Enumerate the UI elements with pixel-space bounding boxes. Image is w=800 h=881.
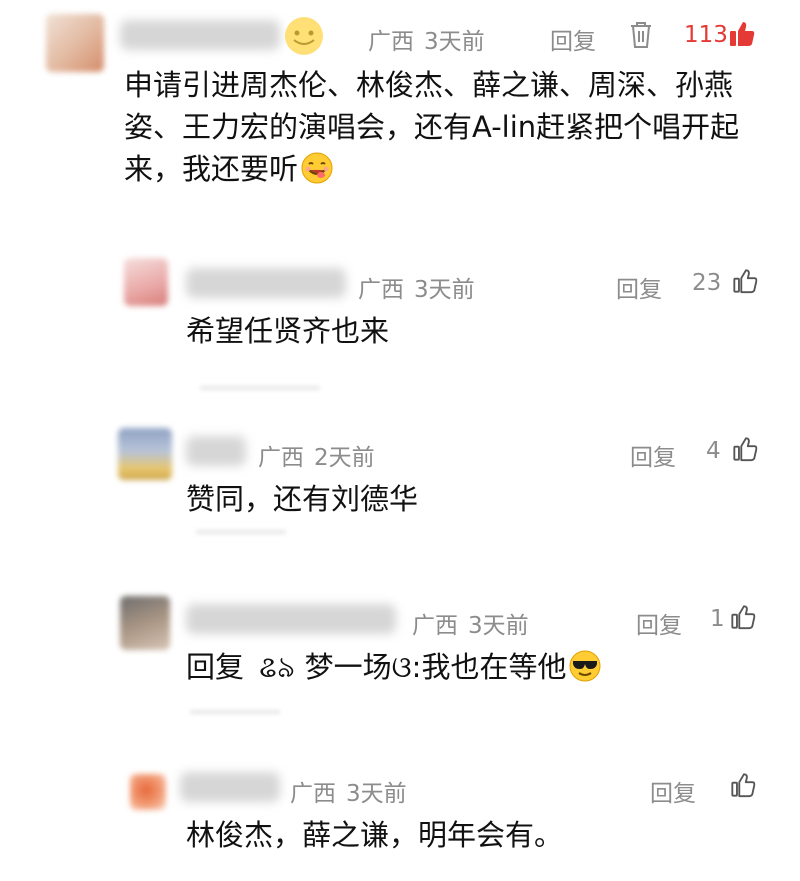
username[interactable] — [180, 772, 280, 802]
comment-body: 我也在等他 — [421, 650, 567, 684]
emoji-yummy-icon — [301, 152, 333, 184]
comment-time: 3天前 — [468, 613, 529, 639]
avatar[interactable] — [118, 428, 172, 480]
thumbs-up-icon[interactable] — [730, 772, 756, 798]
comment-time: 3天前 — [414, 277, 475, 303]
reply-button[interactable]: 回复 — [630, 438, 676, 472]
reply-button[interactable]: 回复 — [616, 270, 662, 304]
comment-time: 3天前 — [424, 29, 485, 55]
comment-time: 2天前 — [314, 445, 375, 471]
emoji-grin-icon — [285, 17, 323, 55]
blurred-strip — [190, 710, 280, 714]
comment-text: 申请引进周杰伦、林俊杰、薛之谦、周深、孙燕姿、王力宏的演唱会，还有A-lin赶紧… — [124, 64, 764, 190]
avatar[interactable] — [46, 14, 104, 72]
comment-location: 广西 — [258, 445, 304, 471]
comment-time: 3天前 — [346, 781, 407, 807]
like-count: 1 — [710, 606, 725, 632]
comment-location: 广西 — [412, 613, 458, 639]
blurred-strip — [200, 386, 320, 390]
reply-button[interactable]: 回复 — [636, 606, 682, 640]
trash-icon[interactable] — [628, 20, 654, 50]
thumbs-up-icon[interactable] — [732, 268, 758, 294]
comment-location: 广西 — [290, 781, 336, 807]
comment-text: 赞同，还有刘德华 — [186, 482, 419, 516]
reply-prefix: 回复 — [186, 650, 245, 684]
thumbs-up-filled-icon[interactable] — [728, 20, 756, 48]
avatar[interactable] — [124, 258, 168, 306]
emoji-cool-sunglasses-icon — [569, 650, 601, 682]
like-count: 23 — [692, 270, 722, 296]
comment-location: 广西 — [358, 277, 404, 303]
thumbs-up-icon[interactable] — [732, 436, 758, 462]
comment-text: 回复 ଌ৯ 梦一场ଓ:我也在等他 — [186, 646, 766, 688]
comment-body: 申请引进周杰伦、林俊杰、薛之谦、周深、孙燕姿、王力宏的演唱会，还有A-lin赶紧… — [124, 68, 740, 186]
thumbs-up-icon[interactable] — [730, 604, 756, 630]
username[interactable] — [186, 604, 396, 634]
username[interactable] — [120, 20, 280, 50]
comment-text: 林俊杰，薛之谦，明年会有。 — [186, 818, 564, 852]
reply-to-username[interactable]: ଌ৯ 梦一场ଓ: — [259, 650, 421, 684]
reply-button[interactable]: 回复 — [550, 22, 596, 56]
like-count: 4 — [706, 438, 721, 464]
comment-text: 希望任贤齐也来 — [186, 314, 390, 348]
username[interactable] — [186, 436, 246, 466]
comment-location: 广西 — [368, 29, 414, 55]
avatar[interactable] — [120, 596, 170, 650]
blurred-strip — [196, 530, 286, 534]
avatar[interactable] — [130, 774, 166, 810]
like-count: 113 — [684, 22, 728, 48]
username[interactable] — [186, 268, 346, 298]
reply-button[interactable]: 回复 — [650, 774, 696, 808]
